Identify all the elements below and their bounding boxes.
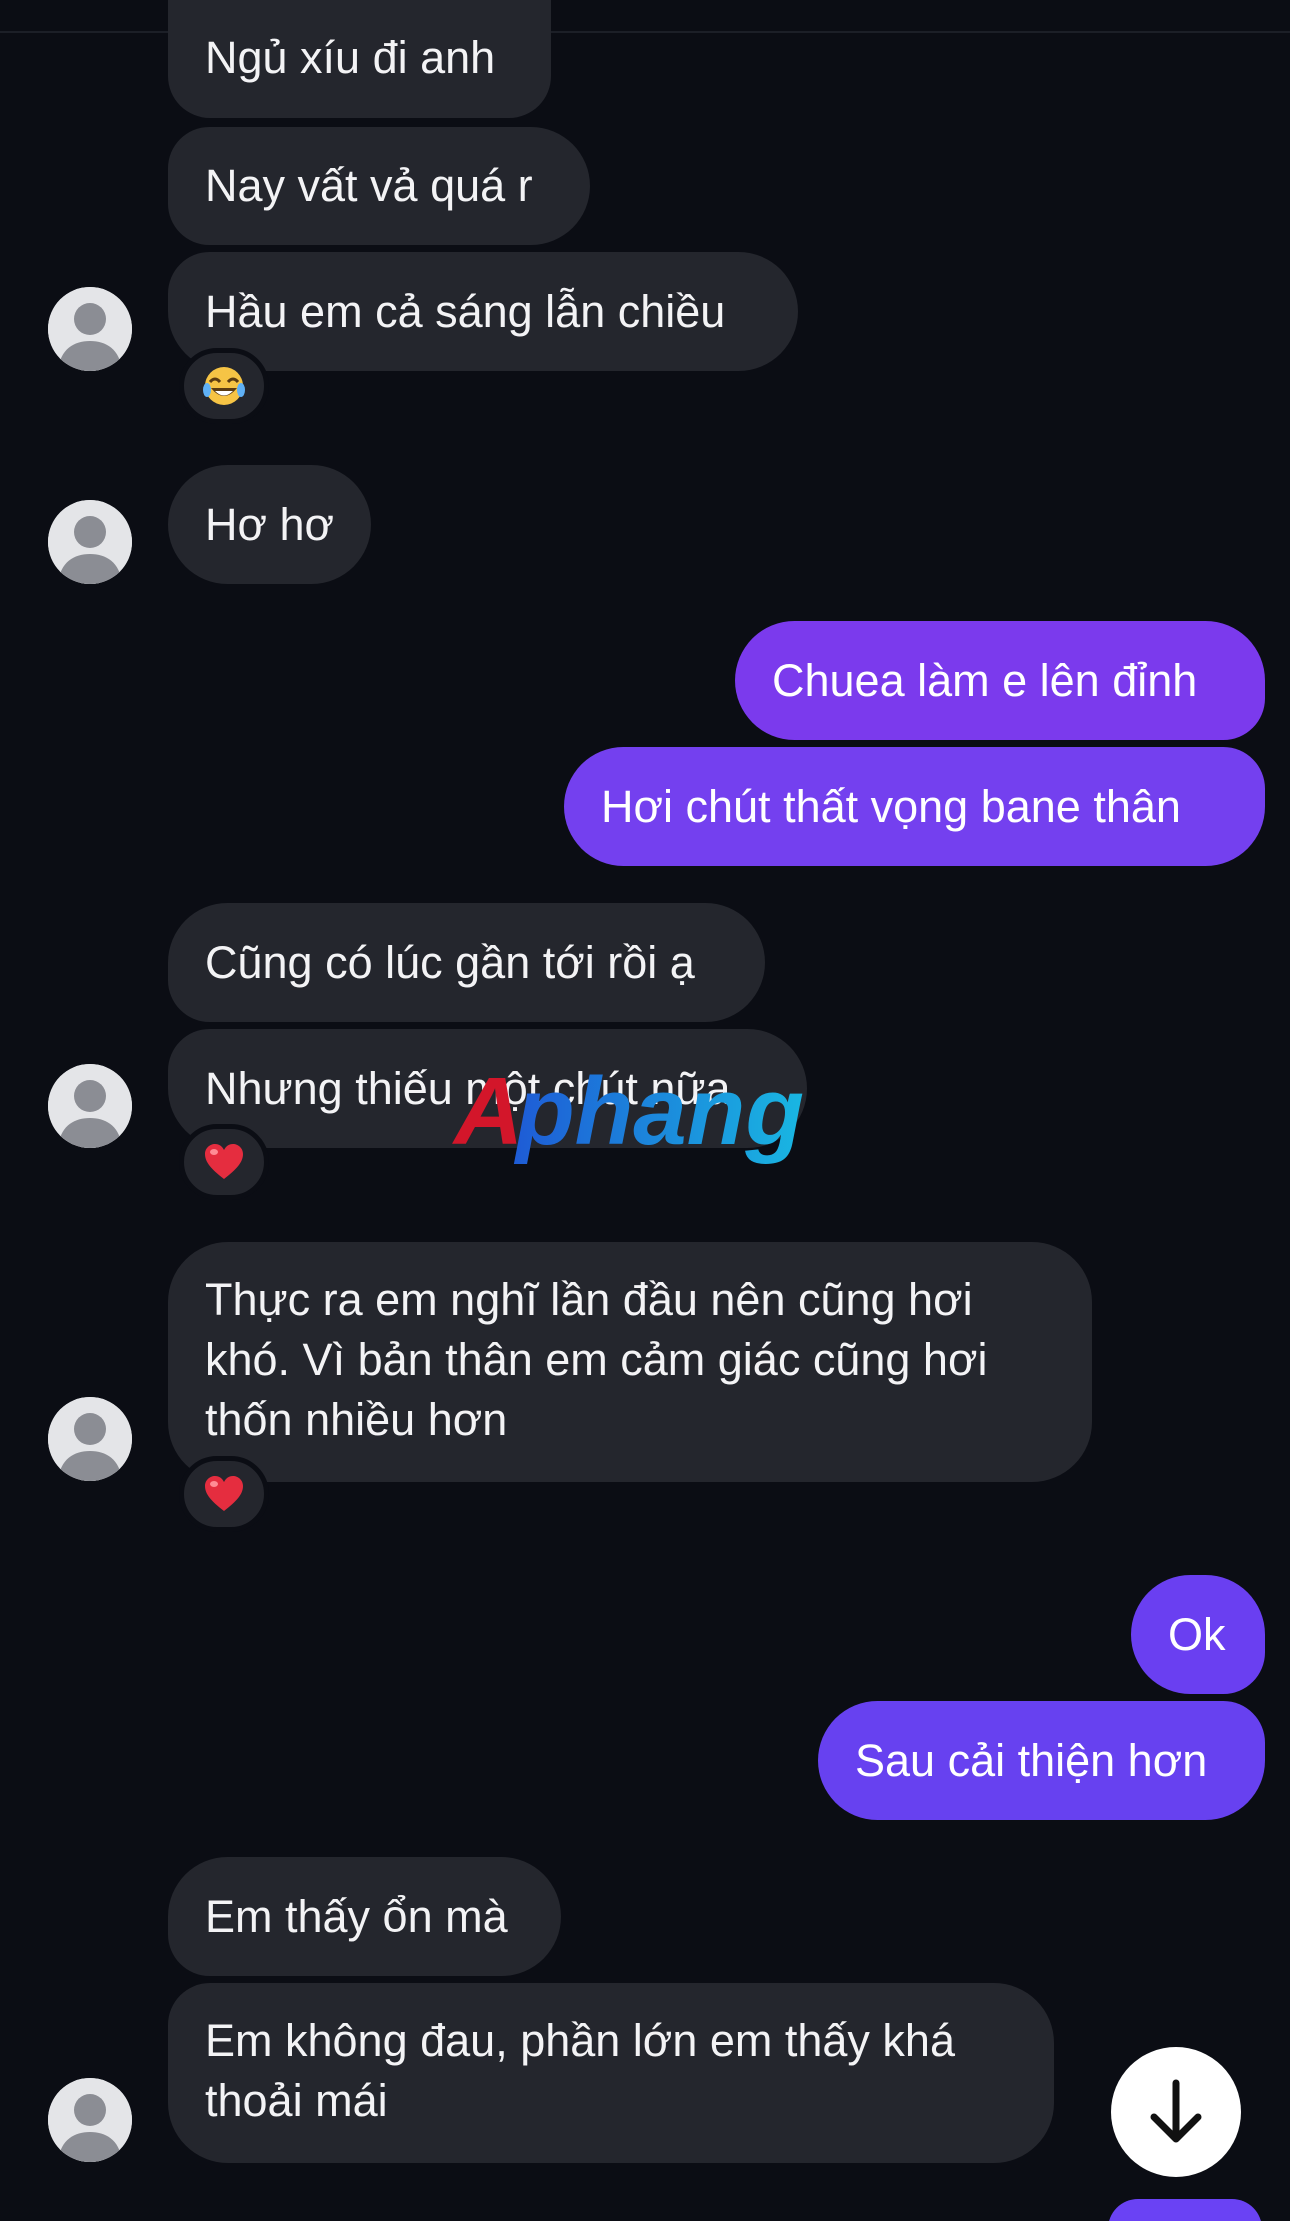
- contact-avatar[interactable]: [48, 2078, 132, 2162]
- message-text: Ok: [1168, 1608, 1226, 1660]
- message-bubble-incoming[interactable]: Hầu em cả sáng lẫn chiều: [168, 252, 798, 371]
- message-text: Ngủ xíu đi anh: [205, 31, 496, 83]
- message-text-line: Em không đau, phần lớn em thấy khá: [205, 2015, 955, 2066]
- avatar-person-icon: [48, 1064, 132, 1148]
- message-text: Hơ hơ: [205, 498, 335, 550]
- contact-avatar[interactable]: [48, 1397, 132, 1481]
- message-text: Nay vất vả quá r: [205, 160, 533, 211]
- message-bubble-outgoing[interactable]: Hơi chút thất vọng bane thân: [564, 747, 1265, 866]
- avatar-person-icon: [48, 287, 132, 371]
- message-text: Cũng có lúc gần tới rồi ạ: [205, 936, 695, 988]
- message-text-line: thoải mái: [205, 2075, 388, 2126]
- watermark-letter-a: A: [452, 1058, 523, 1165]
- message-bubble-outgoing[interactable]: Sau cải thiện hơn: [818, 1701, 1265, 1820]
- message-bubble-outgoing-partial[interactable]: [1108, 2199, 1262, 2221]
- avatar-person-icon: [48, 2078, 132, 2162]
- avatar-person-icon: [48, 1397, 132, 1481]
- message-bubble-incoming[interactable]: Hơ hơ: [168, 465, 371, 584]
- scroll-to-bottom-button[interactable]: [1111, 2047, 1241, 2177]
- watermark-logo-graphic: A phang: [452, 1058, 804, 1165]
- message-bubble-outgoing[interactable]: Ok: [1131, 1575, 1265, 1694]
- message-text-line: thốn nhiều hơn: [205, 1394, 508, 1445]
- watermark-letters: phang: [513, 1058, 804, 1165]
- reaction-badge-heart[interactable]: [179, 1456, 269, 1532]
- arrow-down-icon: [1150, 2079, 1202, 2143]
- contact-avatar[interactable]: [48, 287, 132, 371]
- heart-emoji-icon: [205, 1144, 243, 1179]
- contact-avatar[interactable]: [48, 1064, 132, 1148]
- message-text: Chuea làm e lên đỉnh: [772, 654, 1198, 706]
- avatar-person-icon: [48, 500, 132, 584]
- message-text: Em thấy ổn mà: [205, 1890, 508, 1942]
- contact-avatar[interactable]: [48, 500, 132, 584]
- message-bubble-incoming[interactable]: Em thấy ổn mà: [168, 1857, 561, 1976]
- message-text: Hầu em cả sáng lẫn chiều: [205, 285, 726, 337]
- message-bubble-incoming[interactable]: Nay vất vả quá r: [168, 127, 590, 245]
- reaction-badge-heart[interactable]: [179, 1124, 269, 1200]
- message-text: Hơi chút thất vọng bane thân: [601, 780, 1181, 832]
- message-text-line: Thực ra em nghĩ lần đầu nên cũng hơi: [205, 1274, 973, 1325]
- message-text-line: khó. Vì bản thân em cảm giác cũng hơi: [205, 1334, 988, 1385]
- message-bubble-outgoing[interactable]: Chuea làm e lên đỉnh: [735, 621, 1265, 740]
- message-text: Sau cải thiện hơn: [855, 1734, 1208, 1786]
- watermark-logo: A phang: [452, 1042, 852, 1172]
- heart-emoji-icon: [205, 1476, 243, 1511]
- message-bubble-incoming[interactable]: Cũng có lúc gần tới rồi ạ: [168, 903, 765, 1022]
- laugh-emoji-icon: [203, 367, 245, 405]
- message-bubble-incoming[interactable]: Em không đau, phần lớn em thấy khá thoải…: [168, 1983, 1054, 2163]
- message-bubble-incoming[interactable]: Ngủ xíu đi anh: [168, 0, 551, 118]
- message-bubble-incoming[interactable]: Thực ra em nghĩ lần đầu nên cũng hơi khó…: [168, 1242, 1092, 1482]
- reaction-badge-laugh[interactable]: [179, 348, 269, 424]
